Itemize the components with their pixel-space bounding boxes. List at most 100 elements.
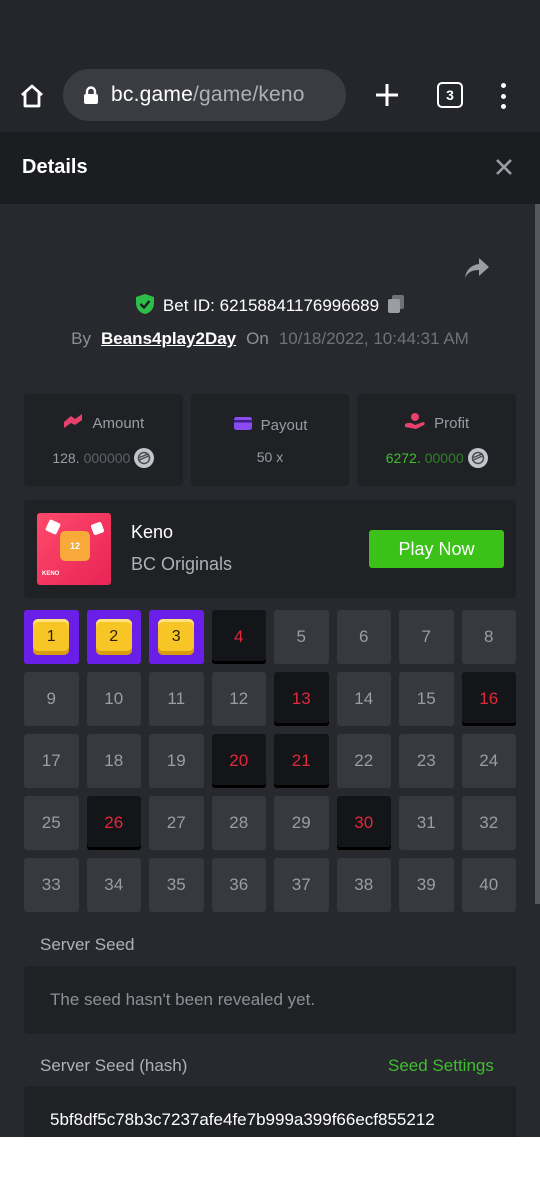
thumb-number: 12	[60, 531, 90, 561]
keno-cell: 29	[274, 796, 329, 850]
close-icon[interactable]	[490, 153, 518, 181]
keno-cell: 28	[211, 796, 266, 850]
coin-icon	[467, 448, 488, 468]
payout-stat: Payout 50 x	[190, 394, 350, 486]
keno-cell: 33	[24, 858, 79, 912]
tab-count: 3	[446, 87, 454, 103]
game-card: 12 KENO Keno BC Originals Play Now	[24, 500, 516, 598]
keno-cell: 17	[24, 734, 79, 788]
copy-icon[interactable]	[387, 294, 405, 319]
payout-value: 50 x	[256, 449, 284, 465]
browser-toolbar: bc.game/game/keno 3	[0, 60, 540, 132]
wallet-icon	[233, 415, 253, 435]
keno-cell: 11	[149, 672, 204, 726]
keno-cell: 6	[336, 610, 391, 664]
keno-cell: 34	[86, 858, 141, 912]
amount-stat: Amount 128. 000000	[24, 394, 183, 486]
keno-cell: 9	[24, 672, 79, 726]
keno-cell: 25	[24, 796, 79, 850]
game-provider: BC Originals	[131, 554, 233, 574]
keno-cell: 3	[149, 610, 204, 664]
server-seed-label: Server Seed	[40, 935, 135, 954]
amount-label: Amount	[92, 414, 145, 432]
keno-cell: 7	[399, 610, 454, 664]
keno-cell: 36	[211, 858, 266, 912]
game-name: Keno	[131, 522, 174, 542]
bet-stats: Amount 128. 000000 Payout 50 x Profit 62…	[24, 394, 517, 486]
url-host: bc.game	[111, 83, 193, 106]
play-now-button[interactable]: Play Now	[369, 530, 504, 568]
keno-gem-icon: 3	[158, 619, 195, 655]
keno-cell: 16	[461, 672, 516, 726]
profit-value-decimals: 00000	[424, 450, 464, 466]
by-label: By	[71, 329, 91, 348]
url-path: /game/keno	[192, 83, 305, 106]
username-link[interactable]: Beans4play2Day	[101, 329, 236, 349]
server-seed-value: The seed hasn't been revealed yet.	[50, 990, 316, 1009]
bet-id: Bet ID: 62158841176996689	[162, 296, 380, 315]
keno-gem-icon: 2	[95, 619, 132, 655]
keno-thumbnail[interactable]: 12 KENO	[37, 513, 111, 585]
amount-value: 128.	[52, 450, 80, 466]
server-seed-box: The seed hasn't been revealed yet.	[24, 966, 516, 1034]
keno-gem-icon: 1	[33, 619, 70, 655]
keno-cell: 37	[274, 858, 329, 912]
keno-board: 1 2 3 4 5 6 7 8 9 10 11 12 13 14 15 16 17 18 19 20 21 22 23 24 2…	[24, 610, 516, 912]
keno-cell: 14	[336, 672, 391, 726]
plus-icon[interactable]	[370, 78, 404, 112]
keno-cell: 22	[336, 734, 391, 788]
bet-id-row: Bet ID: 62158841176996689	[0, 292, 540, 320]
keno-cell: 10	[86, 672, 141, 726]
keno-cell: 12	[211, 672, 266, 726]
bet-amount-icon	[62, 412, 84, 434]
keno-cell: 13	[274, 672, 329, 726]
url-bar[interactable]: bc.game/game/keno	[63, 69, 346, 121]
thumb-logo: KENO	[42, 571, 60, 577]
keno-cell: 4	[211, 610, 266, 664]
keno-cell: 39	[399, 858, 454, 912]
share-icon[interactable]	[463, 256, 491, 282]
profit-value: 6272.	[385, 450, 421, 466]
server-hash-box[interactable]: 5bf8df5c78b3c7237afe4fe7b999a399f66ecf85…	[24, 1086, 516, 1137]
page-title: Details	[22, 156, 88, 178]
keno-cell: 30	[336, 796, 391, 850]
profit-icon	[404, 412, 426, 434]
keno-cell: 21	[274, 734, 329, 788]
keno-cell: 1	[24, 610, 79, 664]
coin-icon	[134, 448, 155, 468]
bet-meta-row: By Beans4play2Day On 10/18/2022, 10:44:3…	[0, 325, 540, 353]
keno-cell: 23	[399, 734, 454, 788]
seed-settings-link[interactable]: Seed Settings	[388, 1056, 494, 1076]
bet-datetime: 10/18/2022, 10:44:31 AM	[278, 329, 469, 348]
keno-cell: 31	[399, 796, 454, 850]
keno-cell: 18	[86, 734, 141, 788]
lock-icon	[83, 85, 101, 105]
keno-cell: 19	[149, 734, 204, 788]
profit-label: Profit	[434, 414, 470, 432]
status-bar	[0, 0, 540, 60]
keno-cell: 38	[336, 858, 391, 912]
amount-value-decimals: 000000	[83, 450, 131, 466]
keno-cell: 15	[399, 672, 454, 726]
details-header: Details	[0, 132, 540, 204]
tabs-icon[interactable]: 3	[437, 82, 463, 108]
keno-cell: 2	[86, 610, 141, 664]
keno-cell: 20	[211, 734, 266, 788]
keno-cell: 5	[274, 610, 329, 664]
server-hash-label: Server Seed (hash)	[40, 1056, 188, 1075]
keno-cell: 27	[149, 796, 204, 850]
home-icon[interactable]	[14, 78, 50, 114]
keno-cell: 35	[149, 858, 204, 912]
keno-cell: 26	[86, 796, 141, 850]
keno-cell: 8	[461, 610, 516, 664]
profit-stat: Profit 6272. 00000	[357, 394, 517, 486]
on-label: On	[246, 329, 269, 348]
payout-label: Payout	[260, 416, 308, 434]
bet-details-panel: Bet ID: 62158841176996689 By Beans4play2…	[0, 204, 540, 1137]
more-vert-icon[interactable]	[490, 79, 516, 113]
shield-check-icon	[135, 293, 155, 320]
server-hash-value: 5bf8df5c78b3c7237afe4fe7b999a399f66ecf85…	[50, 1110, 435, 1129]
keno-cell: 40	[461, 858, 516, 912]
keno-cell: 32	[461, 796, 516, 850]
keno-cell: 24	[461, 734, 516, 788]
